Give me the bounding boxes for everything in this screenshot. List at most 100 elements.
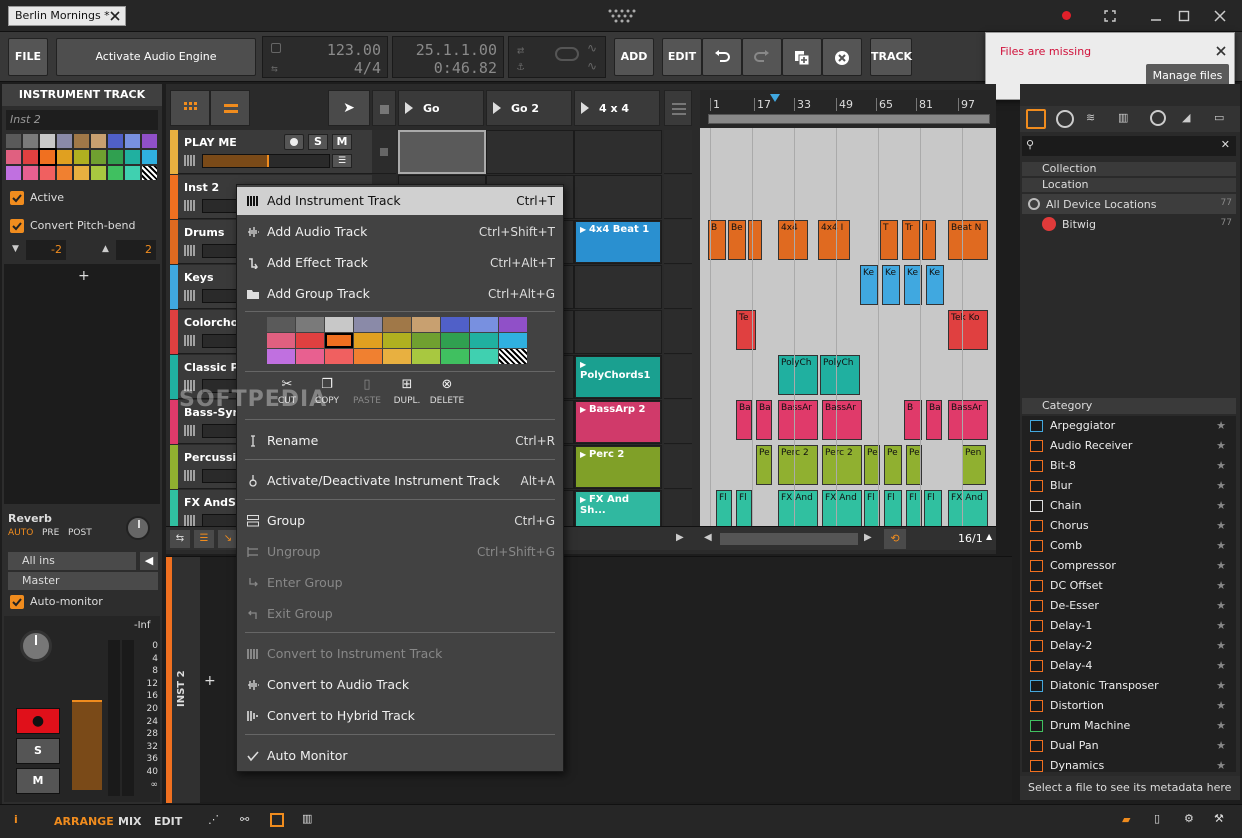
pitchbend-checkbox[interactable] — [10, 219, 24, 233]
menu-palette-swatch[interactable] — [267, 317, 295, 332]
menu-palette-swatch[interactable] — [296, 349, 324, 364]
favorite-star-icon[interactable]: ★ — [1216, 516, 1226, 536]
stop-all-clips[interactable] — [372, 90, 396, 126]
palette-swatch[interactable] — [74, 134, 89, 148]
input-monitor-icon[interactable]: ◀ — [140, 552, 158, 570]
menu-add-effect-track[interactable]: Add Effect Track Ctrl+Alt+T — [237, 249, 563, 277]
favorite-star-icon[interactable]: ★ — [1216, 716, 1226, 736]
launcher-slot[interactable] — [398, 130, 486, 174]
arrange-clip[interactable]: FX And — [948, 490, 988, 530]
arrange-clip[interactable]: PolyCh — [820, 355, 860, 395]
maximize-icon[interactable] — [1178, 10, 1190, 22]
add-menu-button[interactable]: ADD — [614, 38, 654, 76]
palette-swatch[interactable] — [125, 150, 140, 164]
arrange-clip[interactable]: 4x4 I — [818, 220, 850, 260]
mute-button[interactable]: M — [16, 768, 60, 794]
arrange-clip[interactable]: Ba — [756, 400, 772, 440]
track-color-palette[interactable] — [267, 317, 533, 367]
undo-button[interactable] — [702, 38, 742, 76]
menu-exit-group[interactable]: Exit Group — [237, 600, 563, 628]
launcher-slot[interactable]: ▶ BassArp 2 — [574, 400, 662, 444]
project-panel-icon[interactable]: ▯ — [1154, 812, 1160, 825]
arrange-clip[interactable]: Perc 2 — [778, 445, 818, 485]
arrange-clip[interactable]: Ke — [926, 265, 944, 305]
devices-tab-icon[interactable] — [1026, 109, 1046, 129]
fullscreen-icon[interactable] — [1104, 10, 1116, 22]
favorite-star-icon[interactable]: ★ — [1216, 416, 1226, 436]
category-item[interactable]: Delay-4 ★ — [1028, 656, 1228, 676]
palette-swatch[interactable] — [6, 166, 21, 180]
arrange-clip[interactable]: BassAr — [948, 400, 988, 440]
arrange-clip[interactable]: FX And — [822, 490, 862, 530]
favorite-star-icon[interactable]: ★ — [1216, 456, 1226, 476]
menu-palette-swatch[interactable] — [470, 333, 498, 348]
swap-icon[interactable]: ⇆ — [170, 530, 190, 548]
grid-resolution-arrow-icon[interactable]: ▲ — [986, 532, 992, 541]
favorite-star-icon[interactable]: ★ — [1216, 616, 1226, 636]
favorite-star-icon[interactable]: ★ — [1216, 636, 1226, 656]
menu-group[interactable]: Group Ctrl+G — [237, 507, 563, 535]
arrange-clip[interactable]: I — [922, 220, 936, 260]
menu-palette-swatch[interactable] — [325, 333, 353, 348]
arrange-clip[interactable]: Pe — [884, 445, 902, 485]
punch-in-icon[interactable]: ∿ — [587, 41, 597, 55]
arrange-clip[interactable]: 4x4 — [778, 220, 808, 260]
output-select[interactable]: Master — [8, 572, 158, 590]
record-arm-button[interactable]: ● — [16, 708, 60, 734]
send-mode-pre[interactable]: PRE — [42, 528, 59, 538]
menu-convert-audio[interactable]: Convert to Audio Track — [237, 671, 563, 699]
category-item[interactable]: Diatonic Transposer ★ — [1028, 676, 1228, 696]
launcher-slot[interactable]: ▶ Perc 2 — [574, 445, 662, 489]
arrange-clip[interactable]: Perc 2 — [822, 445, 862, 485]
palette-swatch[interactable] — [6, 134, 21, 148]
settings-icon[interactable]: ⚙ — [1184, 812, 1194, 825]
menu-palette-swatch[interactable] — [296, 317, 324, 332]
track-mute-button[interactable]: M — [332, 134, 352, 150]
mixer-panel-icon[interactable]: ▥ — [302, 812, 312, 825]
arrange-clip[interactable]: BassAr — [778, 400, 818, 440]
zoom-to-fit-icon[interactable]: ⟲ — [884, 529, 906, 549]
category-item[interactable]: De-Esser ★ — [1028, 596, 1228, 616]
scene-menu-icon[interactable] — [664, 90, 692, 126]
scene-header[interactable]: 4 x 4 — [574, 90, 660, 126]
menu-add-instrument-track[interactable]: Add Instrument Track Ctrl+T — [237, 187, 563, 215]
volume-fader[interactable] — [72, 700, 102, 790]
arrange-clip[interactable]: Ke — [860, 265, 878, 305]
palette-swatch[interactable] — [40, 166, 55, 180]
arrange-clip[interactable]: Tr — [902, 220, 920, 260]
favorite-star-icon[interactable]: ★ — [1216, 596, 1226, 616]
delete-button[interactable] — [822, 38, 862, 76]
palette-swatch[interactable] — [57, 134, 72, 148]
category-item[interactable]: Arpeggiator ★ — [1028, 416, 1228, 436]
clip-stop-button[interactable] — [372, 130, 396, 174]
device-chain-icon[interactable]: ⚯ — [240, 813, 249, 826]
timeline-ruler[interactable]: 1 17 33 49 65 81 97 — [700, 90, 996, 128]
category-item[interactable]: Comb ★ — [1028, 536, 1228, 556]
menu-palette-swatch[interactable] — [412, 333, 440, 348]
pitchbend-toggle[interactable]: Convert Pitch-bend — [6, 216, 158, 236]
track-name-input[interactable]: Inst 2 — [6, 110, 158, 130]
menu-ungroup[interactable]: Ungroup Ctrl+Shift+G — [237, 538, 563, 566]
launcher-slot[interactable]: ▶ PolyChords1 — [574, 355, 662, 399]
add-device-icon[interactable]: + — [78, 268, 90, 284]
position-display[interactable]: 25.1.1.00 0:46.82 — [392, 36, 504, 78]
palette-swatch[interactable] — [108, 166, 123, 180]
punch-out-icon[interactable]: ∿ — [587, 59, 597, 73]
launcher-slot[interactable] — [574, 310, 662, 354]
browser-panel-icon[interactable]: ▰ — [1122, 813, 1130, 826]
arrange-clip[interactable]: Fl — [924, 490, 942, 530]
file-menu-button[interactable]: FILE — [8, 38, 48, 76]
palette-swatch[interactable] — [142, 150, 157, 164]
arrange-clip[interactable]: Ba — [736, 400, 752, 440]
menu-add-group-track[interactable]: Add Group Track Ctrl+Alt+G — [237, 280, 563, 308]
playhead-marker-icon[interactable] — [770, 94, 780, 102]
location-header[interactable]: Location — [1022, 178, 1236, 192]
palette-swatch[interactable] — [74, 166, 89, 180]
input-select[interactable]: All ins — [8, 552, 136, 570]
tempo-display[interactable]: ⇆ 123.00 4/4 — [262, 36, 388, 78]
track-height-icon[interactable]: ☰ — [194, 530, 214, 548]
studio-io-icon[interactable]: ⚒ — [1214, 812, 1224, 825]
music-tab-icon[interactable]: ▭ — [1214, 111, 1224, 124]
category-item[interactable]: Delay-1 ★ — [1028, 616, 1228, 636]
menu-palette-swatch[interactable] — [499, 349, 527, 364]
